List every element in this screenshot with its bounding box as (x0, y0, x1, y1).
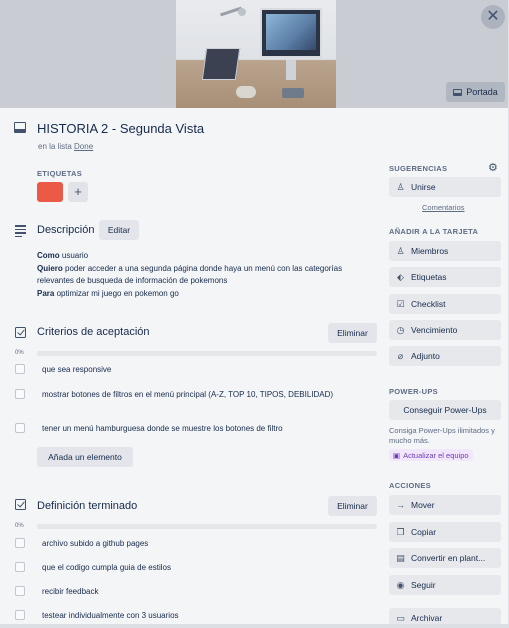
close-button[interactable]: ✕ (481, 5, 505, 29)
person-icon: ♙ (396, 245, 405, 256)
card-title[interactable]: HISTORIA 2 - Segunda Vista (37, 121, 204, 136)
upgrade-label: Actualizar el equipo (403, 450, 469, 460)
description-icon (15, 225, 26, 239)
copy-button[interactable]: ❐ Copiar (389, 522, 501, 542)
briefcase-icon: ▣ (393, 450, 401, 460)
card-cover[interactable] (0, 0, 508, 108)
checklist-progress-label: 0% (15, 350, 24, 356)
checklist-item[interactable]: testear individualmente con 3 usuarios (42, 610, 342, 622)
template-label: Convertir en plant... (411, 553, 486, 563)
copy-label: Copiar (411, 527, 437, 537)
comments-link[interactable]: Comentarios (422, 203, 465, 212)
list-link[interactable]: Done (74, 142, 93, 151)
members-button[interactable]: ♙ Miembros (389, 241, 501, 261)
checklist-item[interactable]: que sea responsive (42, 364, 342, 376)
checklist-item-checkbox[interactable] (15, 389, 25, 399)
labels-button[interactable]: ⬖ Etiquetas (389, 267, 501, 287)
add-label-button[interactable]: + (68, 182, 88, 202)
template-icon: ▤ (396, 552, 405, 563)
description-text[interactable]: Como usuario Quiero poder acceder a una … (37, 250, 377, 300)
checklist-item[interactable]: archivo subido a github pages (42, 538, 342, 550)
make-template-button[interactable]: ▤ Convertir en plant... (389, 548, 501, 568)
checklist-progress-label: 0% (15, 523, 24, 529)
checklist-title[interactable]: Definición terminado (37, 500, 137, 512)
cover-image (176, 0, 336, 108)
eye-icon: ◉ (396, 579, 405, 590)
checklist-label: Checklist (411, 299, 446, 309)
list-prefix: en la lista (38, 142, 72, 151)
upgrade-team-button[interactable]: ▣ Actualizar el equipo (389, 449, 473, 461)
checklist-item[interactable]: que el codigo cumpla guia de estilos (42, 562, 342, 574)
suggestions-heading: SUGERENCIAS (389, 164, 448, 173)
delete-checklist-button[interactable]: Eliminar (328, 496, 377, 516)
description-heading: Descripción (37, 224, 95, 236)
delete-checklist-button[interactable]: Eliminar (328, 323, 377, 343)
get-powerups-button[interactable]: Conseguir Power-Ups (389, 400, 501, 420)
arrow-right-icon: → (396, 500, 405, 510)
follow-label: Seguir (411, 580, 436, 590)
copy-icon: ❐ (396, 526, 405, 537)
checklist-item-checkbox[interactable] (15, 364, 25, 374)
checklist-icon (15, 327, 26, 338)
label-red[interactable] (37, 182, 63, 202)
card-cover-icon (453, 88, 463, 96)
checklist-button[interactable]: ☑ Checklist (389, 294, 501, 314)
checklist-item-checkbox[interactable] (15, 562, 25, 572)
join-label: Unirse (411, 182, 436, 192)
add-checklist-item-button[interactable]: Añada un elemento (37, 447, 133, 467)
paperclip-icon: ⌀ (397, 350, 404, 361)
tag-icon: ⬖ (397, 271, 404, 282)
checklist-progress-bar (37, 351, 377, 356)
checklist-item[interactable]: tener un menú hamburguesa donde se muest… (42, 423, 362, 435)
card-modal: ✕ Portada HISTORIA 2 - Segunda Vista en … (0, 0, 509, 624)
move-label: Mover (411, 500, 435, 510)
checklist-item[interactable]: recibir feedback (42, 586, 342, 598)
archive-icon: ▭ (396, 612, 405, 623)
checklist-item-checkbox[interactable] (15, 423, 25, 433)
due-date-button[interactable]: ◷ Vencimiento (389, 320, 501, 340)
labels-label: Etiquetas (411, 272, 447, 282)
checklist-item-checkbox[interactable] (15, 610, 25, 620)
powerups-heading: POWER-UPS (389, 387, 438, 396)
archive-label: Archivar (411, 613, 443, 623)
checklist-item-checkbox[interactable] (15, 538, 25, 548)
checklist-item[interactable]: mostrar botones de filtros en el menú pr… (42, 389, 342, 401)
add-to-card-heading: AÑADIR A LA TARJETA (389, 227, 479, 236)
join-button[interactable]: ♙ Unirse (389, 177, 501, 197)
checklist-progress-bar (37, 524, 377, 529)
labels-heading: ETIQUETAS (37, 169, 83, 178)
page-background-strip (0, 624, 509, 628)
checklist-title[interactable]: Criterios de aceptación (37, 326, 150, 338)
actions-heading: ACCIONES (389, 481, 431, 490)
edit-description-button[interactable]: Editar (99, 220, 139, 240)
person-icon: ♙ (396, 181, 405, 192)
list-info: en la lista Done (38, 142, 93, 151)
clock-icon: ◷ (396, 324, 405, 335)
powerups-description: Consiga Power-Ups ilimitados y mucho más… (389, 426, 495, 445)
cover-button-label: Portada (466, 87, 498, 97)
checklist-item-checkbox[interactable] (15, 586, 25, 596)
archive-button[interactable]: ▭ Archivar (389, 608, 501, 624)
checkbox-icon: ☑ (396, 298, 405, 309)
attachment-button[interactable]: ⌀ Adjunto (389, 346, 501, 366)
attachment-label: Adjunto (411, 351, 440, 361)
due-label: Vencimiento (411, 325, 458, 335)
members-label: Miembros (411, 246, 449, 256)
move-button[interactable]: → Mover (389, 495, 501, 515)
cover-button[interactable]: Portada (446, 82, 505, 102)
checklist-icon (15, 499, 26, 510)
follow-button[interactable]: ◉ Seguir (389, 575, 501, 595)
card-icon (14, 122, 26, 133)
gear-icon[interactable]: ⚙ (488, 161, 498, 174)
